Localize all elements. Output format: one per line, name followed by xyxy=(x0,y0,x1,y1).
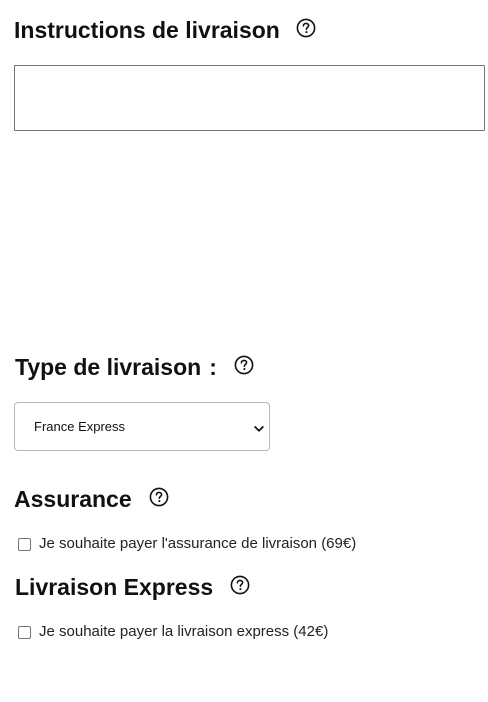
delivery-type-selected-value: France Express xyxy=(34,419,126,434)
delivery-type-colon: : xyxy=(209,354,217,380)
question-circle-icon[interactable] xyxy=(230,575,250,595)
instructions-title: Instructions de livraison xyxy=(14,16,316,44)
insurance-checkbox-label[interactable]: Je souhaite payer l'assurance de livrais… xyxy=(39,535,356,553)
express-title-text: Livraison Express xyxy=(15,574,214,600)
express-title: Livraison Express xyxy=(15,573,250,601)
delivery-type-select[interactable]: France Express xyxy=(14,402,270,451)
question-circle-icon[interactable] xyxy=(296,18,316,38)
insurance-title-text: Assurance xyxy=(14,486,132,512)
express-checkbox-row: Je souhaite payer la livraison express (… xyxy=(18,623,328,641)
express-checkbox-label[interactable]: Je souhaite payer la livraison express (… xyxy=(39,623,328,641)
question-circle-icon[interactable] xyxy=(234,355,254,375)
delivery-type-title: Type de livraison : xyxy=(15,353,254,381)
question-circle-icon[interactable] xyxy=(149,487,169,507)
chevron-down-icon xyxy=(254,421,264,432)
insurance-title: Assurance xyxy=(14,485,169,513)
insurance-checkbox-row: Je souhaite payer l'assurance de livrais… xyxy=(18,535,356,553)
delivery-type-title-text: Type de livraison xyxy=(15,354,202,380)
insurance-checkbox[interactable] xyxy=(18,537,31,551)
express-checkbox[interactable] xyxy=(18,625,31,639)
delivery-instructions-textarea[interactable] xyxy=(14,65,485,131)
instructions-title-text: Instructions de livraison xyxy=(14,17,280,43)
